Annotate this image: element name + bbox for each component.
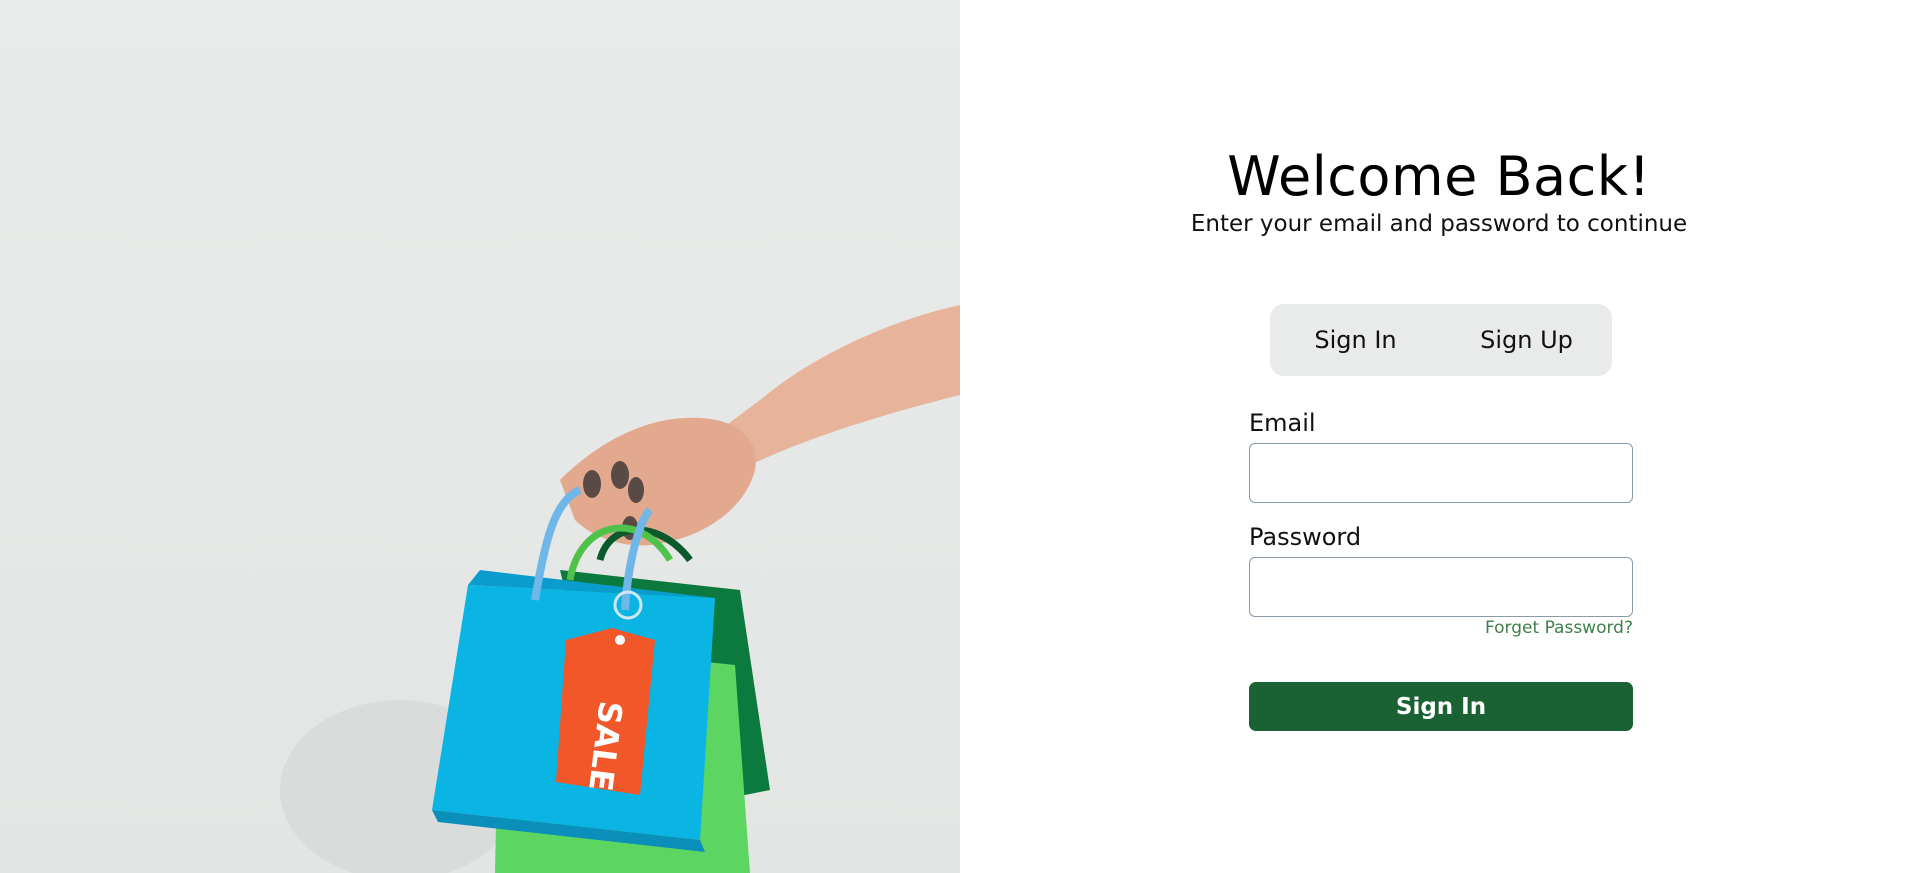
password-label: Password	[1249, 523, 1362, 551]
sign-in-panel: Welcome Back! Enter your email and passw…	[960, 0, 1918, 873]
sign-in-button[interactable]: Sign In	[1249, 682, 1633, 731]
email-label: Email	[1249, 409, 1316, 437]
email-field[interactable]	[1249, 443, 1633, 503]
password-field[interactable]	[1249, 557, 1633, 617]
tab-sign-in[interactable]: Sign In	[1270, 316, 1441, 364]
forgot-password-link[interactable]: Forget Password?	[1249, 618, 1633, 638]
sign-in-page: SALE Welcome Back! Enter your email and …	[0, 0, 1918, 873]
auth-tabs: Sign In Sign Up	[1270, 304, 1612, 376]
shopping-bags-illustration: SALE	[280, 305, 960, 873]
hero-image: SALE	[0, 0, 960, 873]
page-subtitle: Enter your email and password to continu…	[1190, 211, 1688, 237]
page-title: Welcome Back!	[1227, 145, 1651, 208]
tab-sign-up[interactable]: Sign Up	[1441, 316, 1612, 364]
